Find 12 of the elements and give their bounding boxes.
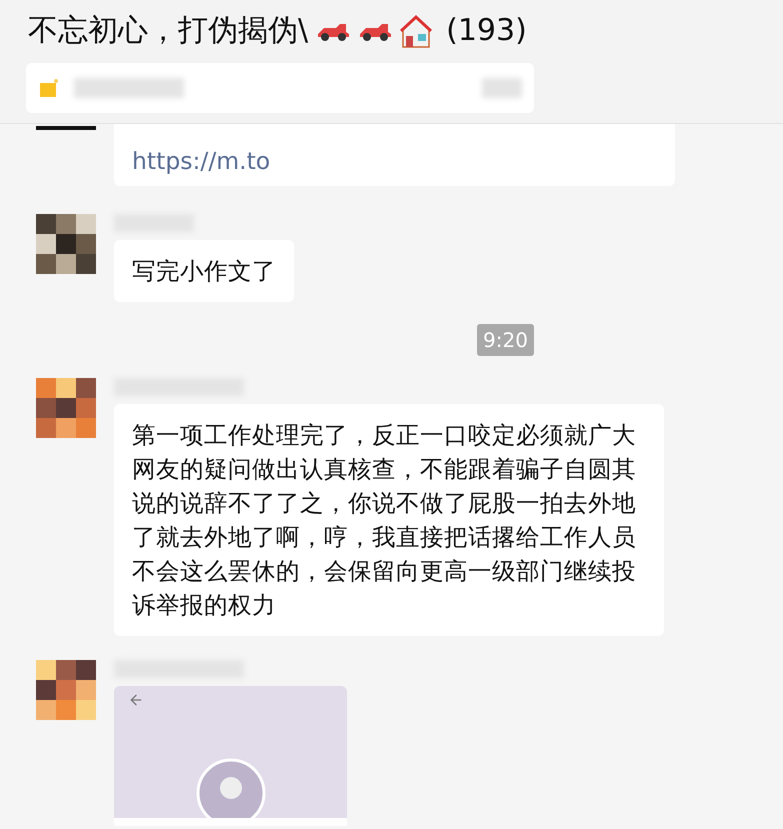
message-link[interactable]: https://m.to (132, 147, 270, 175)
chat-title: 不忘初心，打伪揭伪\ (28, 12, 308, 50)
message-bubble: 第一项工作处理完了，反正一口咬定必须就广大网友的疑问做出认真核查，不能跟着骗子自圆其说的说辞不了了之，你说不做了屁股一拍去外地了就去外地了啊，哼，我直接把话撂给工作人员不会这么罢休的，会保留向更高一级部门继续投诉举报的权力 (114, 404, 664, 636)
notice-icon (38, 77, 60, 99)
profile-card[interactable] (114, 686, 347, 826)
timestamp: 9:20 (477, 324, 534, 356)
avatar-edge (36, 126, 96, 130)
message-bubble: 写完小作文了 (114, 240, 294, 302)
member-count: (193) (446, 13, 527, 48)
pinned-notice[interactable] (26, 63, 534, 113)
house-icon (400, 14, 432, 48)
back-arrow-icon (128, 692, 144, 708)
